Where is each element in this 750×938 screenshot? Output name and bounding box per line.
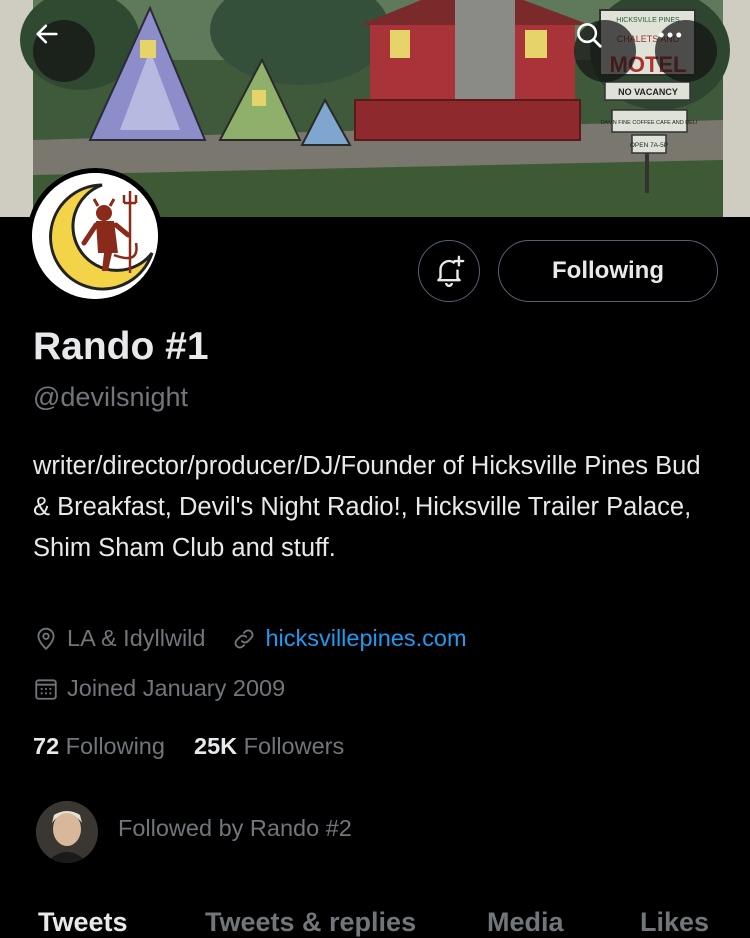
tab-tweets-replies[interactable]: Tweets & replies (205, 907, 416, 938)
profile-bio: writer/director/producer/DJ/Founder of H… (33, 452, 701, 562)
search-button[interactable] (574, 20, 636, 82)
more-button[interactable] (655, 20, 717, 82)
user-handle: @devilsnight (33, 382, 188, 412)
follower-avatar[interactable] (36, 801, 98, 863)
more-horizontal-icon (658, 32, 682, 38)
svg-text:OPEN 7A-5P: OPEN 7A-5P (630, 142, 668, 149)
person-photo (36, 801, 98, 863)
location-pin-icon (37, 627, 55, 650)
following-count-link[interactable]: 72 Following (33, 733, 165, 759)
search-icon (577, 23, 602, 48)
tab-media[interactable]: Media (487, 907, 564, 938)
location-row: LA & Idyllwild hicksvillepines.com (33, 625, 467, 652)
following-button[interactable]: Following (498, 240, 718, 302)
followers-count-link[interactable]: 25K Followers (194, 733, 344, 759)
bell-plus-icon (437, 255, 465, 288)
svg-text:DAMN FINE COFFEE CAFE AND DELI: DAMN FINE COFFEE CAFE AND DELI (601, 120, 698, 126)
back-button[interactable] (33, 20, 95, 82)
link-icon (235, 629, 254, 648)
website-link[interactable]: hicksvillepines.com (265, 625, 466, 652)
arrow-left-icon (36, 24, 58, 44)
joined-row: Joined January 2009 (33, 675, 285, 702)
profile-avatar[interactable] (27, 168, 163, 304)
location-text: LA & Idyllwild (67, 625, 206, 651)
joined-text: Joined January 2009 (67, 675, 286, 701)
tab-tweets[interactable]: Tweets (38, 907, 128, 938)
svg-text:NO VACANCY: NO VACANCY (618, 87, 678, 97)
devil-moon-logo (32, 173, 158, 299)
display-name: Rando #1 (33, 325, 209, 368)
calendar-icon (35, 678, 57, 700)
notifications-button[interactable] (418, 240, 480, 302)
followed-by-text[interactable]: Followed by Rando #2 (118, 815, 352, 842)
tab-likes[interactable]: Likes (640, 907, 709, 938)
follow-counts: 72 Following 25K Followers (33, 733, 344, 760)
